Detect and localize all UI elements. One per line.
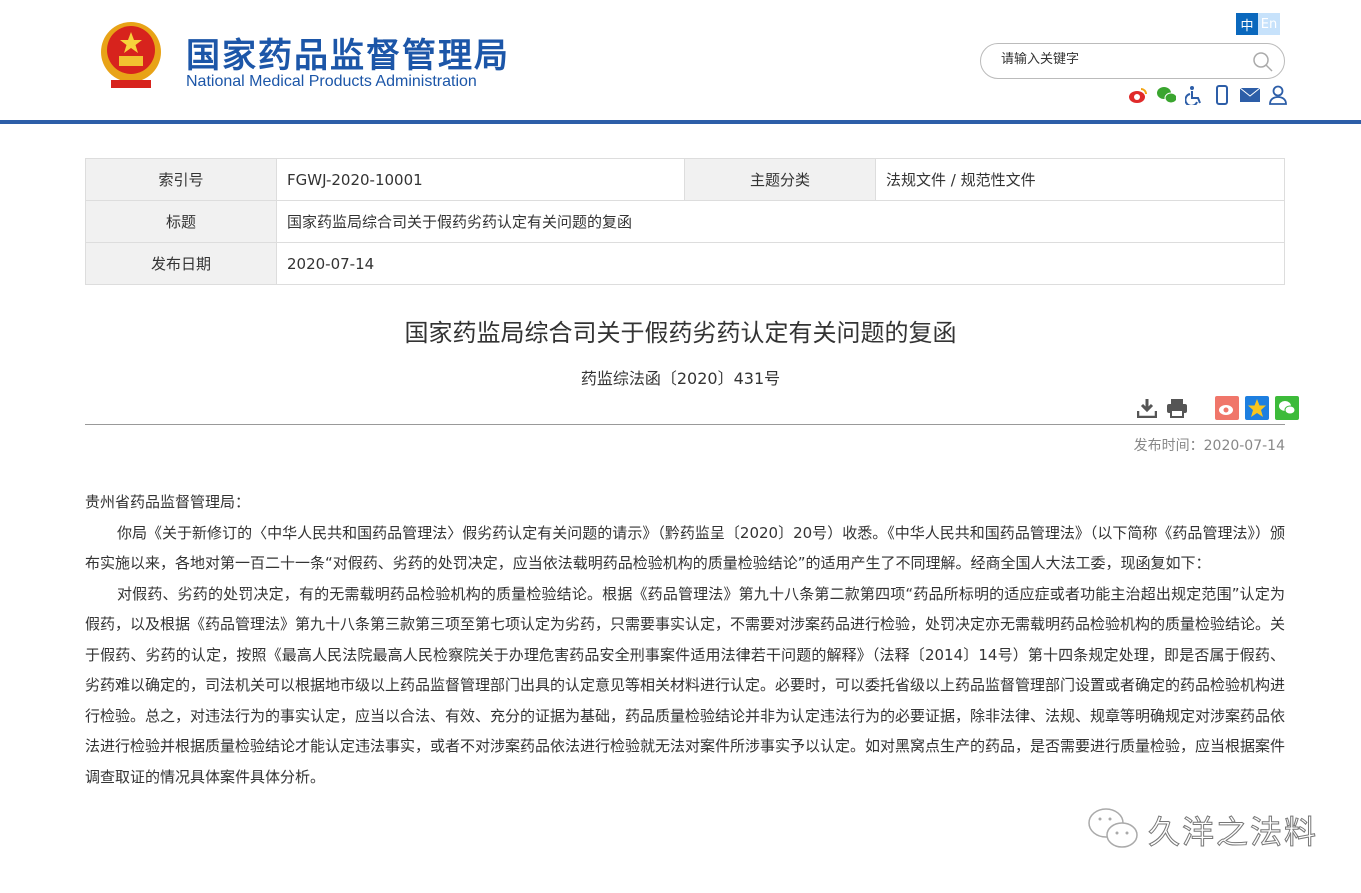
date-value: 2020-07-14: [277, 243, 1285, 285]
site-header: 国家药品监督管理局 National Medical Products Admi…: [0, 0, 1361, 124]
search-box: [980, 43, 1285, 79]
weibo-icon[interactable]: [1128, 85, 1148, 105]
divider: [85, 424, 1285, 425]
mail-icon[interactable]: [1240, 85, 1260, 105]
category-value: 法规文件 / 规范性文件: [876, 159, 1285, 201]
print-icon[interactable]: [1165, 396, 1189, 420]
wechat-icon[interactable]: [1156, 85, 1176, 105]
category-label: 主题分类: [685, 159, 876, 201]
header-icon-bar: [1128, 85, 1288, 105]
national-emblem-icon: [97, 20, 165, 90]
watermark-text: 久洋之法料: [1148, 807, 1318, 853]
site-title-cn[interactable]: 国家药品监督管理局: [186, 28, 510, 77]
article-body: 贵州省药品监督管理局： 你局《关于新修订的〈中华人民共和国药品管理法〉假劣药认定…: [85, 487, 1285, 792]
date-label: 发布日期: [86, 243, 277, 285]
search-input[interactable]: [1001, 52, 1241, 67]
wechat-watermark-icon: [1086, 806, 1142, 854]
site-title-en[interactable]: National Medical Products Administration: [186, 73, 477, 91]
publish-time: 发布时间：2020-07-14: [1134, 435, 1285, 455]
user-icon[interactable]: [1268, 85, 1288, 105]
table-row: 索引号 FGWJ-2020-10001 主题分类 法规文件 / 规范性文件: [86, 159, 1285, 201]
article-toolbar: [1135, 396, 1299, 420]
lang-zh-button[interactable]: 中: [1236, 13, 1258, 35]
index-label: 索引号: [86, 159, 277, 201]
index-value: FGWJ-2020-10001: [277, 159, 685, 201]
share-qzone-icon[interactable]: [1245, 396, 1269, 420]
title-value: 国家药监局综合司关于假药劣药认定有关问题的复函: [277, 201, 1285, 243]
watermark: 久洋之法料: [1086, 806, 1318, 854]
lang-en-button[interactable]: En: [1258, 13, 1280, 35]
document-number: 药监综法函〔2020〕431号: [0, 365, 1361, 389]
search-icon[interactable]: [1252, 51, 1274, 73]
language-switch: 中 En: [1236, 13, 1280, 35]
paragraph: 对假药、劣药的处罚决定，有的无需载明药品检验机构的质量检验结论。根据《药品管理法…: [85, 579, 1285, 793]
salutation: 贵州省药品监督管理局：: [85, 487, 1285, 518]
accessibility-icon[interactable]: [1184, 85, 1204, 105]
table-row: 标题 国家药监局综合司关于假药劣药认定有关问题的复函: [86, 201, 1285, 243]
paragraph: 你局《关于新修订的〈中华人民共和国药品管理法〉假劣药认定有关问题的请示》（黔药监…: [85, 518, 1285, 579]
table-row: 发布日期 2020-07-14: [86, 243, 1285, 285]
document-meta-table: 索引号 FGWJ-2020-10001 主题分类 法规文件 / 规范性文件 标题…: [85, 158, 1285, 285]
mobile-icon[interactable]: [1212, 85, 1232, 105]
title-label: 标题: [86, 201, 277, 243]
article-title: 国家药监局综合司关于假药劣药认定有关问题的复函: [0, 313, 1361, 348]
share-weibo-icon[interactable]: [1215, 396, 1239, 420]
share-wechat-icon[interactable]: [1275, 396, 1299, 420]
download-icon[interactable]: [1135, 396, 1159, 420]
